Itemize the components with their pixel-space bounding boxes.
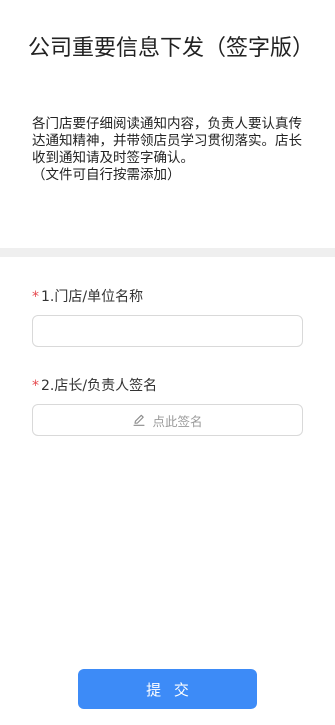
required-mark: * [32,289,39,305]
field-label-store-name: * 1.门店/单位名称 [32,287,143,307]
form-description: 各门店要仔细阅读通知内容，负责人要认真传达通知精神，并带领店员学习贯彻落实。店长… [32,116,308,184]
store-name-input[interactable] [32,315,303,347]
signature-button[interactable]: 点此签名 [32,404,303,436]
form-header: 公司重要信息下发（签字版） 各门店要仔细阅读通知内容，负责人要认真传达通知精神，… [0,0,335,248]
field-label-text: 2.店长/负责人签名 [41,378,158,394]
submit-button[interactable]: 提 交 [78,669,257,709]
form-description-note: （文件可自行按需添加） [32,167,181,183]
form-title: 公司重要信息下发（签字版） [28,36,315,61]
field-label-text: 1.门店/单位名称 [41,289,144,305]
section-divider [0,248,335,257]
required-mark: * [32,378,39,394]
field-label-signature: * 2.店长/负责人签名 [32,376,157,396]
form-description-notice: 各门店要仔细阅读通知内容，负责人要认真传达通知精神，并带领店员学习贯彻落实。店长… [32,116,302,166]
pen-icon [132,413,146,427]
signature-prompt: 点此签名 [152,413,203,429]
